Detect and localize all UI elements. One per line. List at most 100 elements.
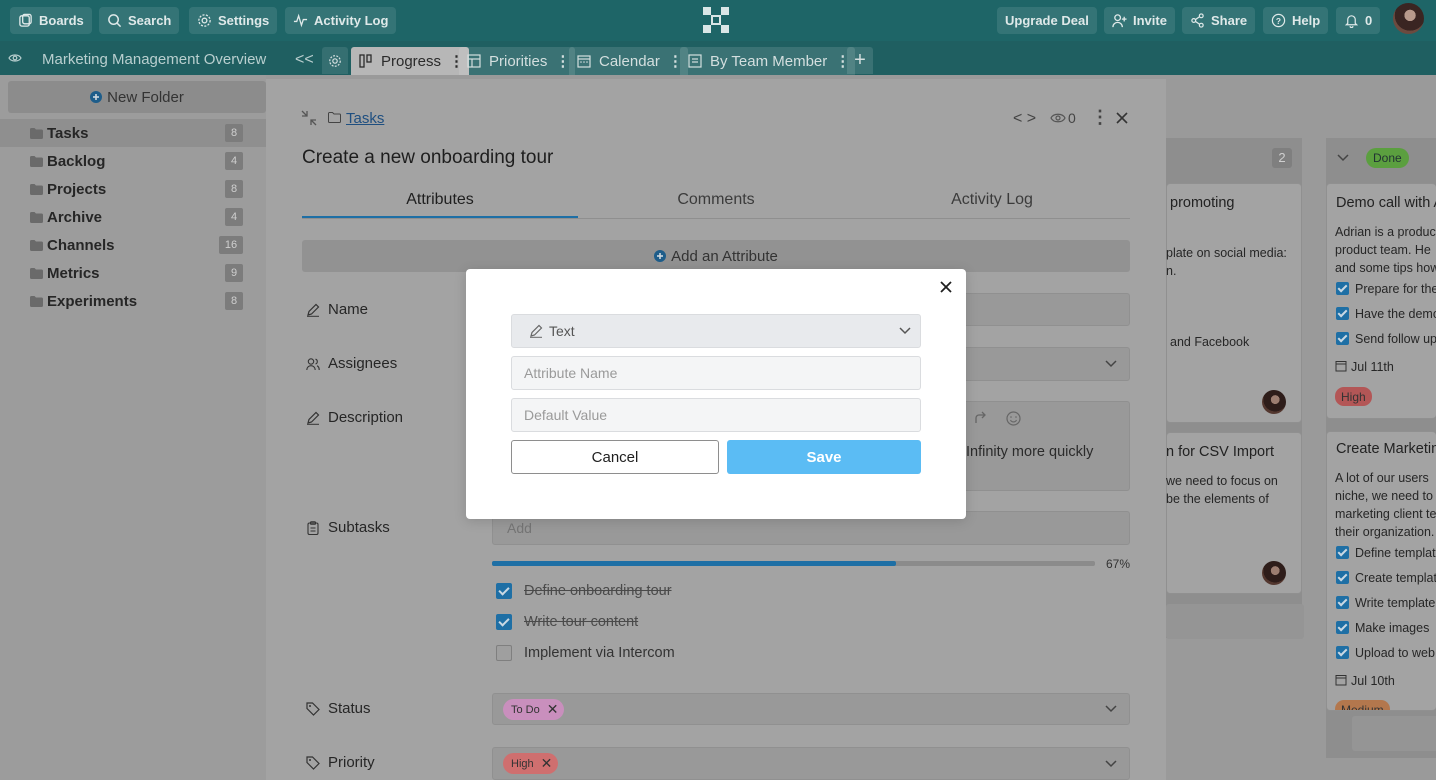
new-folder-button[interactable]: New Folder — [8, 81, 266, 113]
checkbox-checked[interactable] — [1336, 571, 1349, 584]
checkbox-checked[interactable] — [1336, 307, 1349, 320]
boards-label: Boards — [39, 13, 84, 28]
subtask-progress-fill — [492, 561, 896, 566]
default-value-input[interactable] — [511, 398, 921, 432]
subtask-label[interactable]: Write tour content — [524, 614, 638, 630]
active-tab-indicator — [302, 216, 578, 218]
status-select[interactable]: To Do ✕ — [492, 693, 1130, 725]
emoji-icon[interactable] — [1006, 411, 1021, 426]
checkbox-checked[interactable] — [1336, 621, 1349, 634]
tab-activity-log[interactable]: Activity Log — [854, 191, 1130, 209]
checkbox-checked[interactable] — [1336, 282, 1349, 295]
tab-progress[interactable]: Progress ⋮ — [351, 47, 470, 75]
card-text: be the elements of — [1166, 492, 1269, 506]
attribute-type-select[interactable]: Text — [511, 314, 921, 348]
chevron-down-icon[interactable] — [1105, 705, 1117, 713]
pencil-icon — [307, 303, 320, 317]
description-text: Infinity more quickly — [966, 444, 1094, 460]
app-logo[interactable] — [702, 6, 730, 34]
subtasks-label: Subtasks — [328, 519, 390, 536]
checkbox-checked[interactable] — [1336, 646, 1349, 659]
folder-icon — [30, 295, 43, 307]
task-title[interactable]: Create a new onboarding tour — [302, 147, 553, 169]
invite-button[interactable]: Invite — [1104, 7, 1175, 34]
tab-label: Calendar — [599, 52, 660, 70]
checkbox-checked[interactable] — [1336, 546, 1349, 559]
tab-menu-icon[interactable]: ⋮ — [555, 52, 570, 70]
close-icon[interactable] — [938, 279, 954, 295]
boards-button[interactable]: Boards — [10, 7, 92, 34]
upgrade-button[interactable]: Upgrade Deal — [997, 7, 1097, 34]
folder-count-badge: 8 — [225, 124, 243, 142]
tab-attributes[interactable]: Attributes — [302, 191, 578, 209]
save-button[interactable]: Save — [727, 440, 921, 474]
sidebar: New Folder Tasks 8 Backlog 4 Projects 8 … — [0, 75, 266, 780]
sidebar-item-metrics[interactable]: Metrics 9 — [0, 259, 266, 287]
chevron-down-icon[interactable] — [1105, 360, 1117, 368]
checkbox-checked[interactable] — [1336, 332, 1349, 345]
collapse-panel-icon[interactable] — [301, 110, 317, 126]
subtasks-field-label: Subtasks — [306, 519, 390, 536]
priority-tag-label: High — [511, 757, 534, 770]
search-button[interactable]: Search — [99, 7, 180, 34]
chevron-down-icon[interactable] — [1105, 759, 1117, 768]
remove-tag-icon[interactable]: ✕ — [541, 755, 553, 772]
card-text: and some tips how — [1335, 261, 1436, 275]
sidebar-item-backlog[interactable]: Backlog 4 — [0, 147, 266, 175]
settings-button[interactable]: Settings — [189, 7, 278, 34]
help-label: Help — [1292, 13, 1321, 28]
add-view-button[interactable]: + — [847, 47, 873, 74]
add-attribute-button[interactable]: Add an Attribute — [302, 240, 1130, 272]
description-field-label: Description — [306, 409, 403, 426]
subtask-checkbox[interactable] — [496, 645, 512, 661]
subtask-checkbox[interactable] — [496, 583, 512, 599]
folder-count-badge: 8 — [225, 180, 243, 198]
attribute-name-input[interactable] — [511, 356, 921, 390]
priority-select[interactable]: High ✕ — [492, 747, 1130, 780]
avatar — [1262, 561, 1286, 585]
cancel-button[interactable]: Cancel — [511, 440, 719, 474]
kanban-icon — [359, 54, 372, 68]
sidebar-item-projects[interactable]: Projects 8 — [0, 175, 266, 203]
checklist-item: Prepare for the — [1355, 282, 1436, 296]
eye-icon[interactable] — [8, 52, 22, 64]
help-button[interactable]: ? Help — [1263, 7, 1329, 34]
view-settings-button[interactable] — [322, 47, 348, 74]
folder-name: Backlog — [47, 152, 106, 170]
close-icon[interactable] — [1116, 112, 1128, 124]
code-view-icon[interactable]: < > — [1013, 110, 1036, 128]
activity-log-button[interactable]: Activity Log — [285, 7, 397, 34]
subtask-checkbox[interactable] — [496, 614, 512, 630]
tab-by-team-member[interactable]: By Team Member ⋮ — [680, 47, 856, 75]
checkbox-checked[interactable] — [1336, 596, 1349, 609]
task-card[interactable] — [1166, 183, 1302, 423]
redo-icon[interactable] — [973, 411, 987, 425]
tab-label: Progress — [381, 52, 442, 70]
notifications-button[interactable]: 0 — [1336, 7, 1381, 34]
more-options-icon[interactable]: ⋮ — [1091, 107, 1109, 128]
checklist-item: Create templat — [1355, 571, 1436, 585]
user-avatar[interactable] — [1393, 3, 1424, 34]
tab-calendar[interactable]: Calendar ⋮ — [569, 47, 688, 75]
card-title: promoting — [1170, 195, 1235, 211]
sidebar-item-experiments[interactable]: Experiments 8 — [0, 287, 266, 315]
eye-icon[interactable] — [1050, 112, 1066, 124]
folder-icon — [30, 211, 43, 223]
tab-comments[interactable]: Comments — [578, 191, 854, 209]
add-card-button[interactable] — [1166, 604, 1304, 639]
collapse-sidebar-button[interactable]: << — [295, 51, 314, 69]
remove-tag-icon[interactable]: ✕ — [547, 701, 559, 718]
breadcrumb-folder-link[interactable]: Tasks — [346, 110, 384, 127]
subtask-label[interactable]: Define onboarding tour — [524, 583, 672, 599]
add-card-button[interactable] — [1352, 716, 1436, 751]
subtask-label[interactable]: Implement via Intercom — [524, 645, 675, 661]
tab-priorities[interactable]: Priorities ⋮ — [459, 47, 576, 75]
chevron-down-icon[interactable] — [1337, 154, 1349, 162]
upgrade-label: Upgrade Deal — [1005, 13, 1089, 28]
sidebar-item-tasks[interactable]: Tasks 8 — [0, 119, 266, 147]
calendar-icon — [1335, 675, 1347, 686]
sidebar-item-archive[interactable]: Archive 4 — [0, 203, 266, 231]
sidebar-item-channels[interactable]: Channels 16 — [0, 231, 266, 259]
task-card[interactable] — [1326, 183, 1436, 419]
share-button[interactable]: Share — [1182, 7, 1256, 34]
